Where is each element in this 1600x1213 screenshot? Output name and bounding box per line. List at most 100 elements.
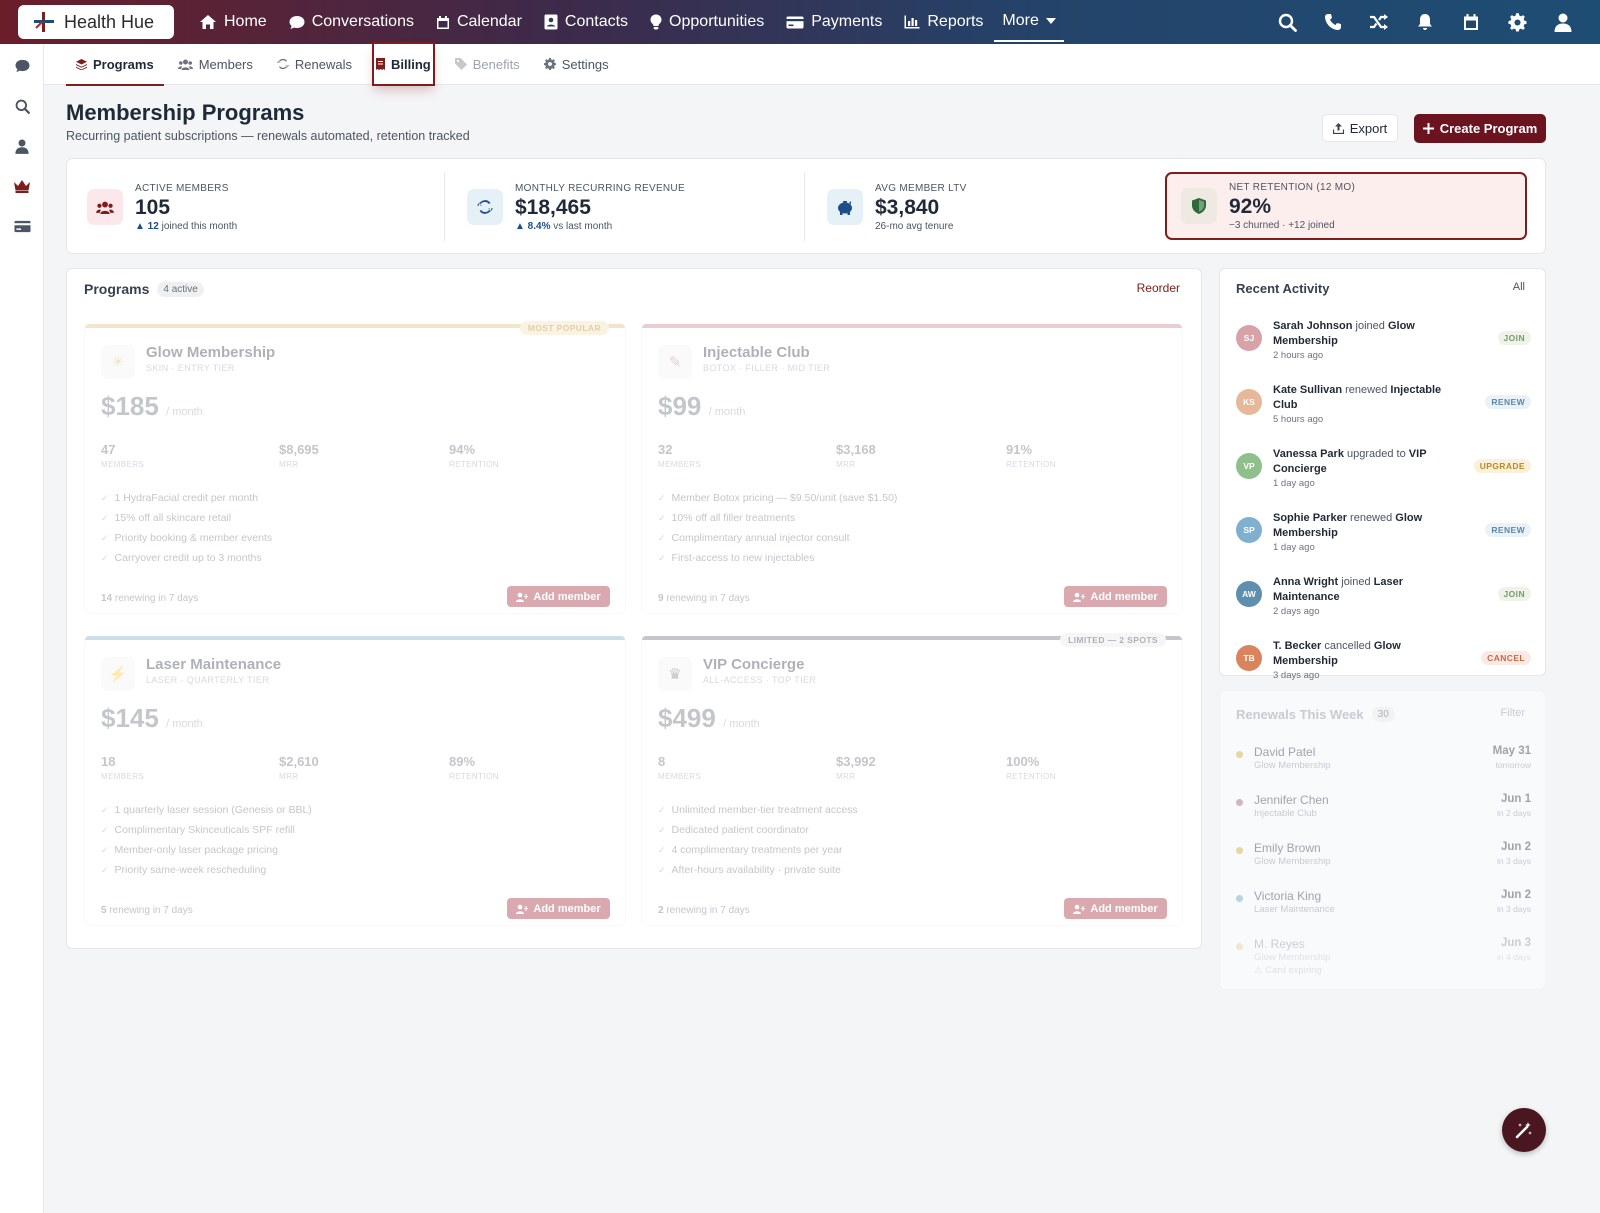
stat-label: MONTHLY RECURRING REVENUE bbox=[515, 182, 685, 194]
sidebar-item-conversations[interactable] bbox=[0, 46, 44, 86]
add-member-button[interactable]: Add member bbox=[507, 898, 610, 919]
avatar: SP bbox=[1236, 517, 1262, 543]
activity-action: joined bbox=[1338, 576, 1374, 588]
add-member-button[interactable]: Add member bbox=[1064, 898, 1167, 919]
activity-item[interactable]: KS Kate Sullivan renewed Injectable Club 5… bbox=[1236, 383, 1531, 443]
stat-label: NET RETENTION (12 MO) bbox=[1229, 181, 1356, 193]
nav-payments[interactable]: Payments bbox=[775, 0, 893, 44]
tab-programs[interactable]: Programs bbox=[64, 44, 166, 86]
activity-actor: Vanessa Park bbox=[1273, 448, 1344, 460]
bar-chart-icon bbox=[904, 15, 920, 29]
feature-item: Complimentary Skinceuticals SPF refill bbox=[101, 824, 295, 836]
chat-icon bbox=[289, 15, 305, 29]
credit-card-icon bbox=[786, 16, 804, 28]
activity-item[interactable]: SP Sophie Parker renewed Glow Membership 1… bbox=[1236, 511, 1531, 571]
program-tier: SKIN · ENTRY TIER bbox=[146, 363, 235, 373]
activity-action: cancelled bbox=[1321, 640, 1374, 652]
profile-button[interactable] bbox=[1540, 0, 1586, 44]
metric-label: MRR bbox=[279, 460, 299, 469]
metric-label: RETENTION bbox=[449, 460, 499, 469]
sidebar-item-search[interactable] bbox=[0, 86, 44, 126]
renewal-program: Glow Membership bbox=[1254, 952, 1331, 963]
renewal-note: ⚠ Card expiring bbox=[1254, 965, 1322, 976]
renewal-item[interactable]: David Patel Glow Membership May 31 tomorrow bbox=[1236, 745, 1531, 785]
tab-billing[interactable]: Billing bbox=[371, 42, 435, 86]
tab-renewals[interactable]: Renewals bbox=[265, 44, 364, 85]
price-period: / month bbox=[166, 406, 203, 418]
renewal-program: Glow Membership bbox=[1254, 856, 1331, 867]
user-plus-icon bbox=[1073, 904, 1086, 914]
user-plus-icon bbox=[516, 592, 529, 602]
brand-logo[interactable]: Health Hue bbox=[18, 5, 174, 39]
gear-icon bbox=[1507, 12, 1527, 32]
program-card: LIMITED — 2 SPOTS ♛ VIP Concierge ALL-ACCES… bbox=[641, 633, 1183, 926]
stat-value: $3,840 bbox=[875, 195, 940, 219]
feature-item: Priority same-week rescheduling bbox=[101, 864, 267, 876]
renewal-name: Jennifer Chen bbox=[1254, 793, 1329, 807]
global-search-button[interactable] bbox=[1264, 0, 1310, 44]
activity-tag: RENEW bbox=[1485, 523, 1531, 537]
lightning-icon: ⚡ bbox=[101, 657, 135, 691]
nav-contacts[interactable]: Contacts bbox=[533, 0, 639, 44]
nav-more[interactable]: More bbox=[994, 2, 1064, 42]
upload-icon bbox=[1332, 122, 1344, 134]
nav-reports[interactable]: Reports bbox=[893, 0, 994, 44]
renewals-filter-button[interactable]: Filter bbox=[1501, 707, 1525, 719]
sidebar-item-memberships[interactable] bbox=[0, 166, 44, 206]
tab-settings[interactable]: Settings bbox=[532, 44, 621, 85]
renewal-item[interactable]: M. Reyes Glow Membership Jun 3 in 4 days ⚠ C… bbox=[1236, 937, 1531, 977]
tab-benefits[interactable]: Benefits bbox=[443, 44, 532, 85]
reorder-button[interactable]: Reorder bbox=[1137, 281, 1180, 295]
settings-button[interactable] bbox=[1494, 0, 1540, 44]
renewal-status-dot bbox=[1236, 799, 1243, 806]
create-program-label: Create Program bbox=[1439, 121, 1538, 136]
metric-label: MEMBERS bbox=[658, 460, 702, 469]
sidebar-item-payments[interactable] bbox=[0, 206, 44, 246]
add-member-button[interactable]: Add member bbox=[507, 586, 610, 607]
nav-home[interactable]: Home bbox=[188, 0, 278, 44]
renewing-count: 2 renewing in 7 days bbox=[658, 905, 750, 916]
activity-item[interactable]: SJ Sarah Johnson joined Glow Membership 2 … bbox=[1236, 319, 1531, 379]
refresh-icon bbox=[276, 58, 289, 70]
shield-icon bbox=[1192, 198, 1206, 214]
renewal-item[interactable]: Jennifer Chen Injectable Club Jun 1 in 2 da… bbox=[1236, 793, 1531, 833]
program-ribbon-badge: MOST POPULAR bbox=[519, 321, 609, 335]
renewal-item[interactable]: Victoria King Laser Maintenance Jun 2 in 3 … bbox=[1236, 889, 1531, 929]
create-program-button[interactable]: Create Program bbox=[1414, 114, 1546, 143]
nav-conversations[interactable]: Conversations bbox=[278, 0, 425, 44]
activity-item[interactable]: AW Anna Wright joined Laser Maintenance 2 … bbox=[1236, 575, 1531, 635]
renewal-status-dot bbox=[1236, 943, 1243, 950]
feature-item: 15% off all skincare retail bbox=[101, 512, 232, 524]
shuffle-button[interactable] bbox=[1356, 0, 1402, 44]
export-button-label: Export bbox=[1349, 120, 1388, 136]
metric-label: RETENTION bbox=[1006, 772, 1056, 781]
activity-action: renewed bbox=[1346, 512, 1396, 524]
sidebar-item-contacts[interactable] bbox=[0, 126, 44, 166]
activity-tag: RENEW bbox=[1485, 395, 1531, 409]
gear-icon bbox=[543, 58, 556, 70]
activity-all-link[interactable]: All bbox=[1513, 281, 1525, 293]
nav-calendar[interactable]: Calendar bbox=[425, 0, 533, 44]
search-icon bbox=[1278, 13, 1297, 32]
activity-item[interactable]: VP Vanessa Park upgraded to VIP Concierge… bbox=[1236, 447, 1531, 507]
crown-icon: ♛ bbox=[658, 657, 692, 691]
programs-count-badge: 4 active bbox=[157, 281, 204, 297]
renewal-date: Jun 2 bbox=[1500, 841, 1531, 853]
price-amount: $145 bbox=[101, 703, 159, 733]
add-member-label: Add member bbox=[533, 902, 601, 915]
tab-members[interactable]: Members bbox=[166, 44, 265, 85]
price-period: / month bbox=[708, 406, 746, 418]
notifications-button[interactable] bbox=[1402, 0, 1448, 44]
calendar-button[interactable] bbox=[1448, 0, 1494, 44]
magic-wand-button[interactable] bbox=[1502, 1108, 1546, 1152]
export-button[interactable]: Export bbox=[1322, 114, 1398, 142]
add-member-button[interactable]: Add member bbox=[1064, 586, 1167, 607]
renewal-item[interactable]: Emily Brown Glow Membership Jun 2 in 3 days bbox=[1236, 841, 1531, 881]
activity-actor: Sarah Johnson bbox=[1273, 320, 1353, 332]
renewal-date: Jun 2 bbox=[1500, 889, 1531, 901]
feature-item: Dedicated patient coordinator bbox=[658, 824, 809, 836]
nav-opportunities[interactable]: Opportunities bbox=[639, 0, 775, 44]
tab-billing-label: Billing bbox=[390, 56, 431, 72]
phone-button[interactable] bbox=[1310, 0, 1356, 44]
chat-icon bbox=[15, 59, 29, 73]
